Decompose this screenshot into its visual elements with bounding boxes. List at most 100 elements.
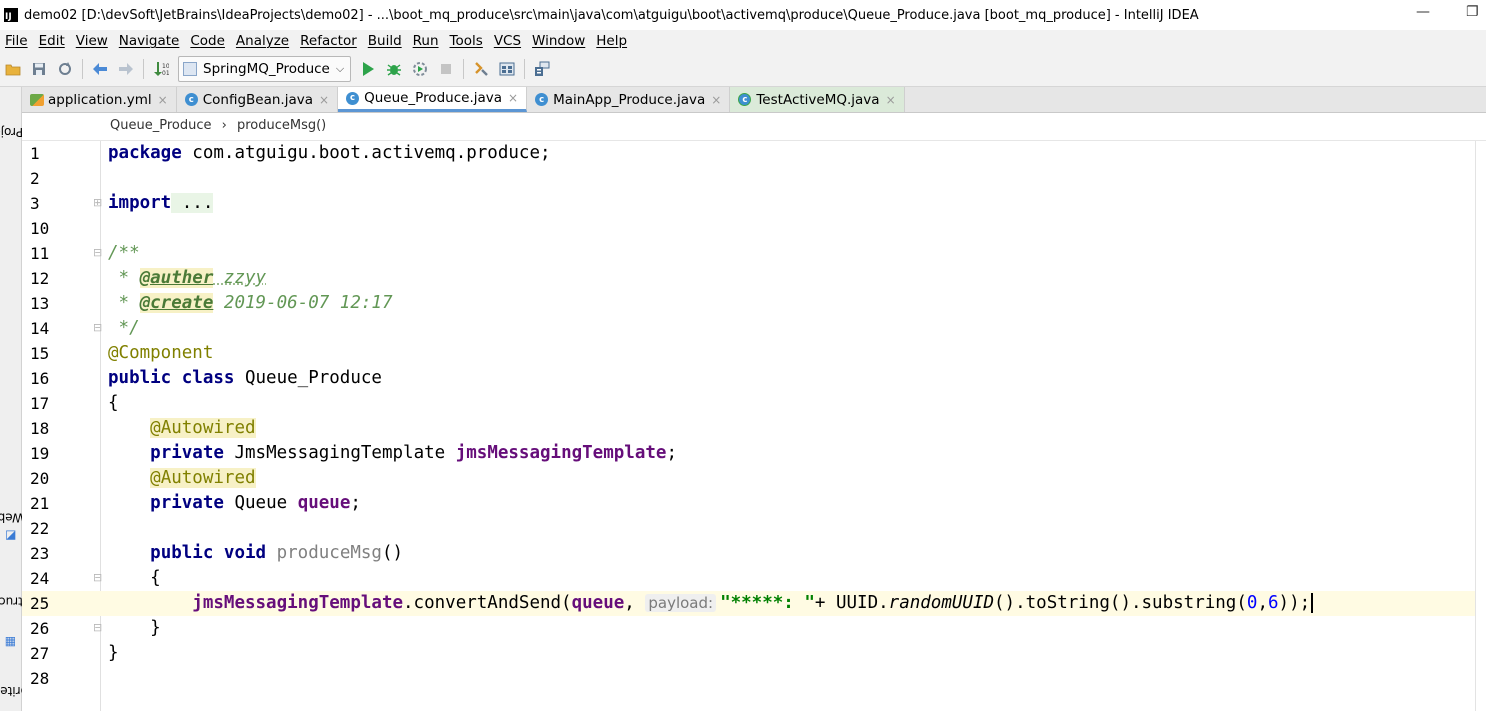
code-line[interactable]: 21 private Queue queue; [22, 491, 1475, 516]
java-class-icon: c [346, 91, 360, 105]
code-line[interactable]: 23 public void produceMsg() [22, 541, 1475, 566]
fold-end-icon[interactable]: ⊟ [93, 622, 103, 633]
close-tab-icon[interactable]: × [508, 91, 518, 105]
javadoc-star: * [108, 268, 140, 288]
code-line[interactable]: 28 [22, 666, 1475, 691]
close-tab-icon[interactable]: × [711, 93, 721, 107]
code-line[interactable]: 18 @Autowired [22, 416, 1475, 441]
code-line[interactable]: 12 * @auther zzyy [22, 266, 1475, 291]
svg-text:10: 10 [162, 63, 169, 70]
folded-imports[interactable]: ... [171, 193, 214, 213]
open-folder-icon[interactable] [2, 58, 24, 80]
sdk-settings-icon[interactable] [496, 58, 518, 80]
breadcrumb-class[interactable]: Queue_Produce [110, 118, 211, 133]
toolbar-separator [82, 59, 83, 79]
keyword: private [150, 493, 224, 513]
run-with-coverage-icon[interactable] [409, 58, 431, 80]
tab-queue-produce-java[interactable]: c Queue_Produce.java × [338, 87, 528, 112]
run-configuration-selector[interactable]: SpringMQ_Produce ⌵ [178, 56, 352, 82]
menu-edit[interactable]: Edit [34, 33, 71, 49]
current-code-line[interactable]: 25 jmsMessagingTemplate.convertAndSend(q… [22, 591, 1475, 616]
tab-configbean-java[interactable]: c ConfigBean.java × [177, 87, 339, 112]
code-line[interactable]: 3 ⊞ import ... [22, 191, 1475, 216]
code-line[interactable]: 16 public class Queue_Produce [22, 366, 1475, 391]
menu-refactor[interactable]: Refactor [295, 33, 363, 49]
run-icon[interactable] [357, 58, 379, 80]
close-tab-icon[interactable]: × [319, 93, 329, 107]
favorites-tool-window-button[interactable]: orites [0, 671, 27, 711]
menu-tools[interactable]: Tools [445, 33, 489, 49]
tab-application-yml[interactable]: application.yml × [22, 87, 177, 112]
code-line[interactable]: 14 ⊟ */ [22, 316, 1475, 341]
fold-end-icon[interactable]: ⊟ [93, 322, 103, 333]
menu-help[interactable]: Help [591, 33, 633, 49]
window-title: demo02 [D:\devSoft\JetBrains\IdeaProject… [24, 7, 1199, 23]
back-arrow-icon[interactable] [89, 58, 111, 80]
menu-window[interactable]: Window [527, 33, 591, 49]
code-line[interactable]: 17 { [22, 391, 1475, 416]
project-tool-window-button[interactable]: 1: Project [0, 93, 39, 171]
code-line[interactable]: 24 ⊟ { [22, 566, 1475, 591]
code-editor[interactable]: 1 package com.atguigu.boot.activemq.prod… [22, 141, 1486, 711]
tab-testactivemq-java[interactable]: c TestActiveMQ.java × [730, 87, 905, 112]
code-line[interactable]: 22 [22, 516, 1475, 541]
save-all-icon[interactable] [28, 58, 50, 80]
menu-analyze[interactable]: Analyze [231, 33, 295, 49]
menu-build[interactable]: Build [363, 33, 408, 49]
code-line[interactable]: 20 @Autowired [22, 466, 1475, 491]
fold-expand-icon[interactable]: ⊞ [93, 197, 103, 208]
menu-navigate[interactable]: Navigate [114, 33, 186, 49]
close-tab-icon[interactable]: × [886, 93, 896, 107]
menu-code[interactable]: Code [185, 33, 231, 49]
code-line[interactable]: 10 [22, 216, 1475, 241]
tab-label: application.yml [48, 91, 152, 108]
web-icon: ◩ [4, 529, 17, 544]
restore-button[interactable]: ❐ [1466, 4, 1479, 20]
javadoc-tag: @create [139, 293, 214, 313]
debug-icon[interactable] [383, 58, 405, 80]
line-number: 27 [30, 644, 50, 663]
menu-vcs[interactable]: VCS [489, 33, 527, 49]
text-cursor [1311, 593, 1314, 613]
database-icon[interactable] [531, 58, 553, 80]
project-structure-icon[interactable] [470, 58, 492, 80]
menu-run[interactable]: Run [408, 33, 445, 49]
synchronize-icon[interactable] [54, 58, 76, 80]
tab-label: ConfigBean.java [202, 91, 314, 108]
fold-collapse-icon[interactable]: ⊟ [93, 247, 103, 258]
field-name: jmsMessagingTemplate [455, 443, 667, 463]
forward-arrow-icon[interactable] [115, 58, 137, 80]
code-line[interactable]: 1 package com.atguigu.boot.activemq.prod… [22, 141, 1475, 166]
code-line[interactable]: 13 * @create 2019-06-07 12:17 [22, 291, 1475, 316]
fold-collapse-icon[interactable]: ⊟ [93, 572, 103, 583]
web-tool-window-button[interactable]: ◩ Web [0, 493, 24, 553]
code-line[interactable]: 26 ⊟ } [22, 616, 1475, 641]
number-literal: 6 [1267, 593, 1279, 613]
code-line[interactable]: 27 } [22, 641, 1475, 666]
stop-icon[interactable] [435, 58, 457, 80]
line-number: 19 [30, 444, 50, 463]
line-number: 3 [30, 194, 40, 213]
close-tab-icon[interactable]: × [158, 93, 168, 107]
chevron-down-icon: ⌵ [335, 62, 345, 75]
line-number: 13 [30, 294, 50, 313]
keyword: package [108, 143, 182, 163]
code-line[interactable]: 2 [22, 166, 1475, 191]
toolbar-separator [143, 59, 144, 79]
menu-view[interactable]: View [71, 33, 114, 49]
yml-file-icon [30, 93, 44, 106]
code-line[interactable]: 11 ⊟ /** [22, 241, 1475, 266]
code-line[interactable]: 19 private JmsMessagingTemplate jmsMessa… [22, 441, 1475, 466]
breadcrumb-separator: › [221, 118, 227, 133]
javadoc-open: /** [108, 243, 140, 263]
code-line[interactable]: 15 @Component [22, 341, 1475, 366]
breadcrumb-method[interactable]: produceMsg() [237, 118, 326, 133]
tab-mainapp-produce-java[interactable]: c MainApp_Produce.java × [527, 87, 731, 112]
structure-icon: ▦ [4, 635, 17, 650]
field-name: queue [297, 493, 351, 513]
menu-file[interactable]: File [0, 33, 34, 49]
structure-tool-window-button[interactable]: ▦ 7: Structure [0, 557, 46, 657]
make-project-icon[interactable]: 10 01 [150, 58, 172, 80]
minimize-button[interactable]: — [1416, 4, 1430, 20]
left-tool-window-strip: 1: Project ◩ Web ▦ 7: Structure orites [0, 87, 46, 711]
